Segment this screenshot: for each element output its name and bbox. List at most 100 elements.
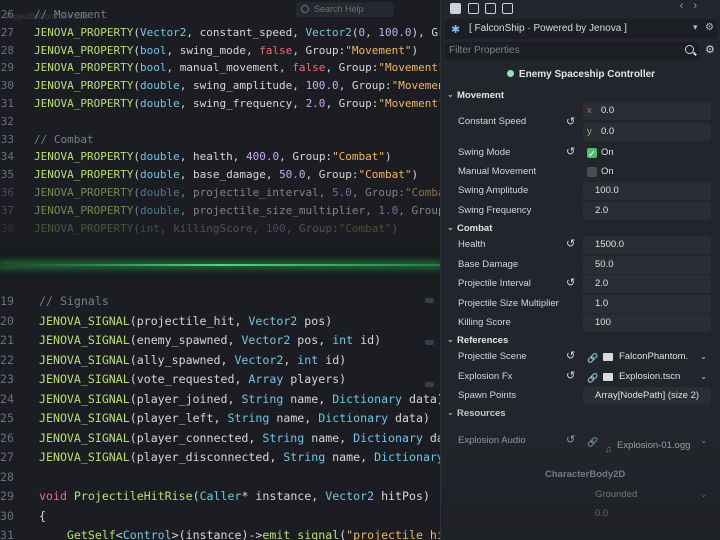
revert-icon[interactable]: ↺: [566, 145, 575, 158]
section-combat[interactable]: ⌄ Combat: [445, 221, 717, 237]
base-damage-field[interactable]: 50.0: [583, 256, 711, 274]
code-line[interactable]: 24 JENOVA_SIGNAL(player_joined, String na…: [0, 390, 440, 410]
section-resources[interactable]: ⌄ Resources: [445, 406, 717, 422]
code-text[interactable]: JENOVA_PROPERTY(Vector2, constant_speed,…: [34, 24, 440, 42]
code-block-signals[interactable]: 19// Signals 20 JENOVA_SIGNAL(projectile_h…: [0, 292, 440, 540]
code-text[interactable]: // Signals: [39, 292, 109, 312]
code-text[interactable]: JENOVA_PROPERTY(double, projectile_inter…: [34, 184, 440, 202]
code-text[interactable]: JENOVA_SIGNAL(player_joined, String name…: [39, 390, 440, 410]
vector-y-field[interactable]: y 0.0: [583, 123, 711, 141]
code-block-properties[interactable]: 26// Movement 27 JENOVA_PROPERTY(Vector2, …: [0, 6, 440, 237]
link-icon[interactable]: 🔗: [587, 433, 598, 451]
code-line[interactable]: 28 JENOVA_PROPERTY(bool, swing_mode, fals…: [0, 42, 440, 60]
spawn-points-array[interactable]: Array[NodePath] (size 2): [583, 387, 711, 405]
code-text[interactable]: JENOVA_PROPERTY(double, base_damage, 50.…: [34, 166, 418, 184]
save-icon[interactable]: [485, 3, 496, 14]
faded-number-field[interactable]: 0.0: [583, 505, 711, 523]
revert-icon[interactable]: ↺: [566, 433, 575, 446]
tools-icon[interactable]: ⚙: [705, 22, 714, 33]
revert-icon[interactable]: ↺: [566, 237, 575, 250]
collapse-arrow-icon[interactable]: ⌄: [447, 223, 454, 232]
code-line[interactable]: 25 JENOVA_SIGNAL(player_left, String name…: [0, 409, 440, 429]
projectile-interval-field[interactable]: 2.0: [583, 275, 711, 293]
code-line[interactable]: 28: [0, 468, 440, 488]
code-line[interactable]: 38 JENOVA_PROPERTY(int, killingScore, 100…: [0, 220, 440, 238]
code-text[interactable]: // Combat: [34, 131, 94, 149]
code-line[interactable]: 34 JENOVA_PROPERTY(double, health, 400.0,…: [0, 148, 440, 166]
code-line[interactable]: 26 JENOVA_SIGNAL(player_connected, String…: [0, 429, 440, 449]
checkbox-checked-icon[interactable]: [587, 145, 597, 163]
history-forward-icon[interactable]: ›: [693, 0, 707, 12]
code-text[interactable]: JENOVA_SIGNAL(player_left, String name, …: [39, 409, 430, 429]
collapse-arrow-icon[interactable]: ⌄: [447, 90, 454, 99]
scrollbar-marker[interactable]: [425, 298, 434, 303]
code-line[interactable]: 36 JENOVA_PROPERTY(double, projectile_int…: [0, 184, 440, 202]
code-text[interactable]: JENOVA_SIGNAL(player_disconnected, Strin…: [39, 448, 440, 468]
projectile-size-multiplier-field[interactable]: 1.0: [583, 295, 711, 313]
code-text[interactable]: JENOVA_PROPERTY(bool, swing_mode, false,…: [34, 42, 418, 60]
code-line[interactable]: 30 {: [0, 507, 440, 527]
code-text[interactable]: JENOVA_PROPERTY(double, health, 400.0, G…: [34, 148, 392, 166]
code-text[interactable]: JENOVA_SIGNAL(ally_spawned, Vector2, int…: [39, 351, 346, 371]
revert-icon[interactable]: ↺: [566, 349, 575, 362]
link-icon[interactable]: 🔗: [587, 369, 598, 387]
killing-score-field[interactable]: 100: [583, 314, 711, 332]
code-line[interactable]: 26 // Movement: [0, 6, 440, 24]
search-icon[interactable]: [685, 45, 694, 54]
scrollbar-marker[interactable]: [425, 340, 434, 345]
code-text[interactable]: JENOVA_PROPERTY(double, swing_frequency,…: [34, 95, 440, 113]
code-line[interactable]: 20 JENOVA_SIGNAL(projectile_hit, Vector2 …: [0, 312, 440, 332]
history-menu-icon[interactable]: [502, 3, 513, 14]
revert-icon[interactable]: ↺: [566, 276, 575, 289]
chevron-down-icon[interactable]: ⌄: [700, 368, 707, 386]
code-text[interactable]: JENOVA_SIGNAL(projectile_hit, Vector2 po…: [39, 312, 332, 332]
code-line[interactable]: 35 JENOVA_PROPERTY(double, base_damage, 5…: [0, 166, 440, 184]
code-line[interactable]: 29 JENOVA_PROPERTY(bool, manual_movement,…: [0, 59, 440, 77]
revert-icon[interactable]: ↺: [566, 369, 575, 382]
code-text[interactable]: JENOVA_SIGNAL(vote_requested, Array play…: [39, 370, 346, 390]
chevron-down-icon[interactable]: ⌄: [700, 432, 707, 450]
code-line[interactable]: 27 JENOVA_PROPERTY(Vector2, constant_spee…: [0, 24, 440, 42]
filter-properties-input[interactable]: Filter Properties: [445, 42, 699, 60]
vector-x-field[interactable]: x 0.0: [583, 102, 711, 120]
code-line[interactable]: 30 JENOVA_PROPERTY(double, swing_amplitud…: [0, 77, 440, 95]
edited-object-bar[interactable]: ✱ [ FalconShip · Powered by Jenova ] ▾ ⚙: [445, 19, 717, 39]
code-text[interactable]: JENOVA_SIGNAL(enemy_spawned, Vector2 pos…: [39, 331, 381, 351]
code-text[interactable]: JENOVA_PROPERTY(int, killingScore, 100, …: [34, 220, 398, 238]
code-line[interactable]: 23 JENOVA_SIGNAL(vote_requested, Array pl…: [0, 370, 440, 390]
explosion-audio-resource[interactable]: 🔗 ♫ Explosion-01.ogg ⌄: [583, 432, 711, 458]
code-text[interactable]: JENOVA_PROPERTY(double, swing_amplitude,…: [34, 77, 440, 95]
scrollbar-marker[interactable]: [425, 382, 434, 387]
code-line[interactable]: 33 // Combat: [0, 131, 440, 149]
projectile-scene-resource[interactable]: 🔗 FalconPhantom. ⌄: [583, 348, 711, 366]
chevron-down-icon[interactable]: ▾: [693, 22, 698, 33]
code-editor[interactable]: ProjectileController.cpp Search Help 26/…: [0, 0, 440, 540]
link-icon[interactable]: 🔗: [587, 349, 598, 367]
chevron-down-icon[interactable]: ⌄: [700, 348, 707, 366]
code-line[interactable]: 29 void ProjectileHitRise(Caller* instanc…: [0, 487, 440, 507]
explosion-fx-resource[interactable]: 🔗 Explosion.tscn ⌄: [583, 368, 711, 386]
code-text[interactable]: JENOVA_PROPERTY(double, projectile_size_…: [34, 202, 440, 220]
swing-frequency-field[interactable]: 2.0: [583, 202, 711, 220]
collapse-arrow-icon[interactable]: ⌄: [447, 408, 454, 417]
code-text[interactable]: GetSelf<Control>(instance)->emit_signal(…: [39, 526, 440, 540]
code-text[interactable]: JENOVA_SIGNAL(player_connected, String n…: [39, 429, 440, 449]
motion-mode-dropdown[interactable]: Grounded ⌄: [583, 486, 711, 504]
code-line[interactable]: 32: [0, 113, 440, 131]
code-line[interactable]: 22 JENOVA_SIGNAL(ally_spawned, Vector2, i…: [0, 351, 440, 371]
code-line[interactable]: 19 // Signals: [0, 292, 440, 312]
code-line[interactable]: 27 JENOVA_SIGNAL(player_disconnected, Str…: [0, 448, 440, 468]
collapse-arrow-icon[interactable]: ⌄: [447, 335, 454, 344]
history-back-icon[interactable]: ‹: [680, 0, 694, 12]
code-text[interactable]: {: [39, 507, 46, 527]
code-line[interactable]: 31 GetSelf<Control>(instance)->emit_sign…: [0, 526, 440, 540]
open-folder-icon[interactable]: [468, 3, 479, 14]
swing-mode-checkbox[interactable]: On: [583, 144, 711, 163]
revert-icon[interactable]: ↺: [566, 115, 575, 128]
code-text[interactable]: // Movement: [34, 6, 107, 24]
health-field[interactable]: 1500.0: [583, 236, 711, 254]
chevron-down-icon[interactable]: ⌄: [700, 486, 707, 504]
manual-movement-checkbox[interactable]: On: [583, 163, 711, 181]
options-gear-icon[interactable]: ⚙: [705, 43, 715, 56]
section-references[interactable]: ⌄ References: [445, 333, 717, 349]
